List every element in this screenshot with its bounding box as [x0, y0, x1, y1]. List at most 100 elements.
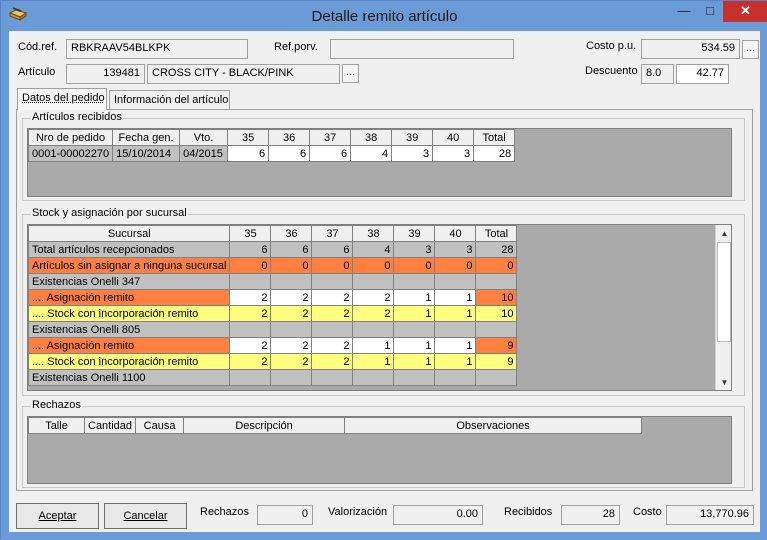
table-cell[interactable]: 0001-00002270	[28, 145, 114, 162]
table-cell[interactable]: 1	[352, 353, 395, 370]
column-header[interactable]: Nro de pedido	[28, 129, 114, 146]
stock-scrollbar[interactable]: ▲ ▼	[715, 225, 731, 390]
table-cell[interactable]	[270, 369, 313, 386]
table-cell[interactable]: 3	[434, 241, 477, 258]
cancelar-button[interactable]: Cancelar	[104, 503, 187, 529]
table-cell[interactable]: Existencias Onelli 805	[28, 321, 231, 338]
maximize-button[interactable]: □	[697, 1, 723, 22]
table-cell[interactable]: 2	[311, 305, 354, 322]
column-header[interactable]: 35	[227, 129, 270, 146]
table-cell[interactable]: 10	[475, 289, 518, 306]
table-cell[interactable]: 0	[352, 257, 395, 274]
column-header[interactable]: Descripción	[183, 417, 346, 434]
minimize-button[interactable]: —	[671, 1, 697, 22]
refporv-field[interactable]	[330, 39, 514, 59]
table-cell[interactable]	[352, 321, 395, 338]
table-cell[interactable]: 0	[393, 257, 436, 274]
table-row[interactable]: Existencias Onelli 1100	[28, 369, 518, 386]
table-cell[interactable]	[311, 321, 354, 338]
table-cell[interactable]: 4	[352, 241, 395, 258]
table-cell[interactable]: 3	[432, 145, 475, 162]
table-cell[interactable]: 2	[229, 337, 272, 354]
table-cell[interactable]: 2	[229, 305, 272, 322]
table-cell[interactable]: 1	[393, 289, 436, 306]
table-cell[interactable]: Total artículos recepcionados	[28, 241, 231, 258]
table-cell[interactable]: 6	[268, 145, 311, 162]
column-header[interactable]: 38	[352, 225, 395, 242]
table-cell[interactable]: 2	[311, 353, 354, 370]
table-cell[interactable]: 1	[393, 305, 436, 322]
table-cell[interactable]: 2	[352, 289, 395, 306]
column-header[interactable]: 37	[311, 225, 354, 242]
table-row[interactable]: Existencias Onelli 347	[28, 273, 518, 290]
table-cell[interactable]: 2	[270, 337, 313, 354]
table-cell[interactable]: 04/2015	[179, 145, 229, 162]
tab-informacion-articulo[interactable]: Información del artículo	[109, 90, 230, 110]
scroll-thumb[interactable]	[717, 242, 731, 342]
table-cell[interactable]: 0	[229, 257, 272, 274]
table-cell[interactable]: 1	[434, 353, 477, 370]
table-cell[interactable]: 2	[270, 305, 313, 322]
descuento-value-field[interactable]: 42.77	[676, 64, 729, 84]
table-cell[interactable]	[434, 321, 477, 338]
table-cell[interactable]: 1	[393, 337, 436, 354]
table-cell[interactable]: 3	[393, 241, 436, 258]
rechazos-grid[interactable]: Talle Cantidad Causa Descripción Observacion…	[27, 416, 732, 484]
articulo-code-field[interactable]: 139481	[66, 64, 145, 84]
column-header[interactable]: 40	[432, 129, 475, 146]
table-cell[interactable]: 9	[475, 353, 518, 370]
table-cell[interactable]: 0	[475, 257, 518, 274]
table-cell[interactable]: 2	[352, 305, 395, 322]
table-cell[interactable]: 6	[229, 241, 272, 258]
column-header[interactable]: 37	[309, 129, 352, 146]
table-cell[interactable]: 1	[434, 337, 477, 354]
table-cell[interactable]: 28	[475, 241, 518, 258]
column-header[interactable]: Causa	[135, 417, 185, 434]
costo-pu-field[interactable]: 534.59	[641, 39, 740, 59]
table-row[interactable]: 0001-00002270 15/10/2014 04/2015 6 6 6 4 3 3 28	[28, 145, 516, 162]
column-header[interactable]: Total	[475, 225, 518, 242]
table-cell[interactable]: 3	[391, 145, 434, 162]
table-cell[interactable]: 2	[229, 289, 272, 306]
table-cell[interactable]: .... Asignación remito	[28, 337, 231, 354]
stock-grid[interactable]: Sucursal 35 36 37 38 39 40 Total Total artículo…	[27, 224, 732, 391]
table-cell[interactable]: .... Stock con incorporación remito	[28, 353, 231, 370]
table-cell[interactable]	[475, 369, 518, 386]
column-header[interactable]: 40	[434, 225, 477, 242]
column-header[interactable]: Sucursal	[28, 225, 231, 242]
table-cell[interactable]	[229, 321, 272, 338]
table-cell[interactable]	[434, 273, 477, 290]
table-cell[interactable]: 2	[311, 289, 354, 306]
recibidos-grid[interactable]: Nro de pedido Fecha gen. Vto. 35 36 37 38 39 40 T…	[27, 128, 732, 197]
table-cell[interactable]	[229, 273, 272, 290]
column-header[interactable]: 39	[393, 225, 436, 242]
articulo-ellipsis-button[interactable]: ...	[342, 64, 359, 83]
table-cell[interactable]	[352, 369, 395, 386]
column-header[interactable]: Fecha gen.	[112, 129, 181, 146]
table-cell[interactable]: 1	[393, 353, 436, 370]
column-header[interactable]: Total	[473, 129, 516, 146]
table-cell[interactable]	[311, 273, 354, 290]
table-cell[interactable]	[352, 273, 395, 290]
table-cell[interactable]	[434, 369, 477, 386]
table-row[interactable]: Total artículos recepcionados 6 6 6 4 3 3 28	[28, 241, 518, 258]
tab-datos-pedido[interactable]: Datos del pedido	[17, 88, 107, 110]
table-row[interactable]: .... Stock con incorporación remito 2 2 2 1 1…	[28, 353, 518, 370]
table-row[interactable]: .... Stock con incorporación remito 2 2 2 2 1…	[28, 305, 518, 322]
table-cell[interactable]: 6	[270, 241, 313, 258]
table-row[interactable]: Artículos sin asignar a ninguna sucursal…	[28, 257, 518, 274]
column-header[interactable]: 36	[268, 129, 311, 146]
column-header[interactable]: 36	[270, 225, 313, 242]
table-cell[interactable]: 0	[434, 257, 477, 274]
column-header[interactable]: Cantidad	[83, 417, 137, 434]
column-header[interactable]: Talle	[28, 417, 85, 434]
descuento-pct-field[interactable]: 8.0	[641, 64, 674, 84]
table-cell[interactable]: 2	[311, 337, 354, 354]
table-cell[interactable]	[270, 273, 313, 290]
table-cell[interactable]	[393, 369, 436, 386]
table-cell[interactable]: 0	[311, 257, 354, 274]
table-cell[interactable]: 10	[475, 305, 518, 322]
table-cell[interactable]: 1	[434, 305, 477, 322]
table-cell[interactable]: 1	[352, 337, 395, 354]
table-cell[interactable]: 2	[270, 353, 313, 370]
